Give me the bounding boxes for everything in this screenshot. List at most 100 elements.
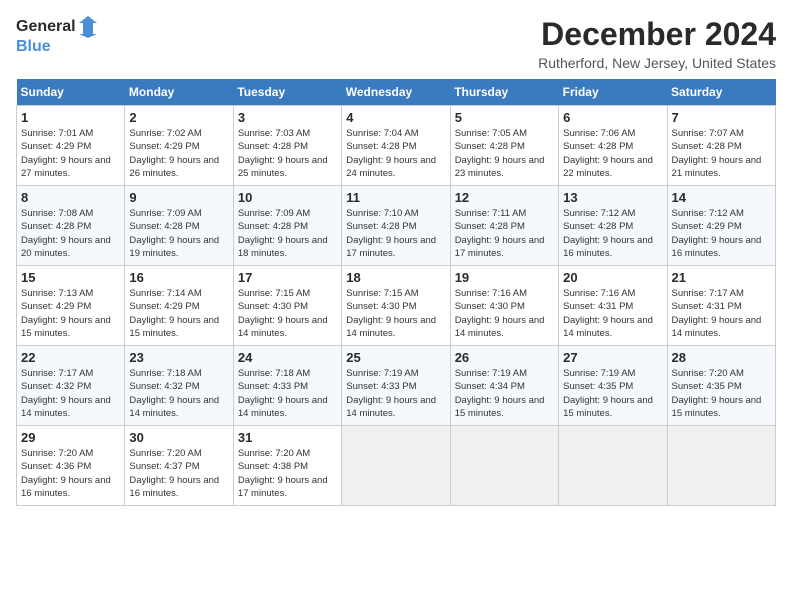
day-number: 24 (238, 350, 337, 365)
calendar-cell (342, 426, 450, 506)
sunrise-label: Sunrise: 7:12 AM (563, 208, 635, 219)
daylight-label: Daylight: 9 hours and 14 minutes. (129, 395, 219, 419)
sunset-label: Sunset: 4:28 PM (455, 141, 525, 152)
day-info: Sunrise: 7:20 AM Sunset: 4:37 PM Dayligh… (129, 447, 228, 500)
day-info: Sunrise: 7:01 AM Sunset: 4:29 PM Dayligh… (21, 127, 120, 180)
day-number: 4 (346, 110, 445, 125)
week-row-1: 1 Sunrise: 7:01 AM Sunset: 4:29 PM Dayli… (17, 106, 776, 186)
daylight-label: Daylight: 9 hours and 15 minutes. (455, 395, 545, 419)
day-info: Sunrise: 7:12 AM Sunset: 4:29 PM Dayligh… (672, 207, 771, 260)
daylight-label: Daylight: 9 hours and 14 minutes. (672, 315, 762, 339)
calendar-cell: 14 Sunrise: 7:12 AM Sunset: 4:29 PM Dayl… (667, 186, 775, 266)
calendar-cell: 8 Sunrise: 7:08 AM Sunset: 4:28 PM Dayli… (17, 186, 125, 266)
daylight-label: Daylight: 9 hours and 17 minutes. (238, 475, 328, 499)
daylight-label: Daylight: 9 hours and 16 minutes. (129, 475, 219, 499)
calendar-cell: 28 Sunrise: 7:20 AM Sunset: 4:35 PM Dayl… (667, 346, 775, 426)
day-info: Sunrise: 7:20 AM Sunset: 4:36 PM Dayligh… (21, 447, 120, 500)
calendar-cell: 12 Sunrise: 7:11 AM Sunset: 4:28 PM Dayl… (450, 186, 558, 266)
calendar-cell: 24 Sunrise: 7:18 AM Sunset: 4:33 PM Dayl… (233, 346, 341, 426)
daylight-label: Daylight: 9 hours and 16 minutes. (563, 235, 653, 259)
daylight-label: Daylight: 9 hours and 22 minutes. (563, 155, 653, 179)
logo-flag-icon (79, 16, 97, 38)
sunset-label: Sunset: 4:29 PM (129, 141, 199, 152)
sunrise-label: Sunrise: 7:19 AM (346, 368, 418, 379)
day-info: Sunrise: 7:15 AM Sunset: 4:30 PM Dayligh… (238, 287, 337, 340)
sunset-label: Sunset: 4:28 PM (238, 141, 308, 152)
sunset-label: Sunset: 4:28 PM (563, 221, 633, 232)
sunrise-label: Sunrise: 7:13 AM (21, 288, 93, 299)
day-number: 21 (672, 270, 771, 285)
calendar-cell: 10 Sunrise: 7:09 AM Sunset: 4:28 PM Dayl… (233, 186, 341, 266)
col-header-monday: Monday (125, 79, 233, 106)
day-number: 3 (238, 110, 337, 125)
daylight-label: Daylight: 9 hours and 14 minutes. (346, 395, 436, 419)
sunset-label: Sunset: 4:34 PM (455, 381, 525, 392)
daylight-label: Daylight: 9 hours and 15 minutes. (672, 395, 762, 419)
calendar-cell: 22 Sunrise: 7:17 AM Sunset: 4:32 PM Dayl… (17, 346, 125, 426)
day-number: 14 (672, 190, 771, 205)
daylight-label: Daylight: 9 hours and 25 minutes. (238, 155, 328, 179)
daylight-label: Daylight: 9 hours and 14 minutes. (455, 315, 545, 339)
day-number: 26 (455, 350, 554, 365)
day-info: Sunrise: 7:06 AM Sunset: 4:28 PM Dayligh… (563, 127, 662, 180)
day-number: 17 (238, 270, 337, 285)
day-number: 15 (21, 270, 120, 285)
sunset-label: Sunset: 4:31 PM (563, 301, 633, 312)
day-info: Sunrise: 7:16 AM Sunset: 4:31 PM Dayligh… (563, 287, 662, 340)
sunset-label: Sunset: 4:33 PM (346, 381, 416, 392)
sunrise-label: Sunrise: 7:08 AM (21, 208, 93, 219)
daylight-label: Daylight: 9 hours and 19 minutes. (129, 235, 219, 259)
day-number: 10 (238, 190, 337, 205)
month-title: December 2024 (538, 16, 776, 53)
calendar-cell: 26 Sunrise: 7:19 AM Sunset: 4:34 PM Dayl… (450, 346, 558, 426)
daylight-label: Daylight: 9 hours and 17 minutes. (455, 235, 545, 259)
daylight-label: Daylight: 9 hours and 17 minutes. (346, 235, 436, 259)
sunset-label: Sunset: 4:30 PM (455, 301, 525, 312)
sunrise-label: Sunrise: 7:09 AM (129, 208, 201, 219)
week-row-2: 8 Sunrise: 7:08 AM Sunset: 4:28 PM Dayli… (17, 186, 776, 266)
sunrise-label: Sunrise: 7:17 AM (672, 288, 744, 299)
sunset-label: Sunset: 4:28 PM (21, 221, 91, 232)
sunset-label: Sunset: 4:28 PM (346, 221, 416, 232)
calendar-cell: 1 Sunrise: 7:01 AM Sunset: 4:29 PM Dayli… (17, 106, 125, 186)
col-header-sunday: Sunday (17, 79, 125, 106)
col-header-wednesday: Wednesday (342, 79, 450, 106)
day-number: 19 (455, 270, 554, 285)
sunset-label: Sunset: 4:32 PM (21, 381, 91, 392)
calendar-cell: 6 Sunrise: 7:06 AM Sunset: 4:28 PM Dayli… (559, 106, 667, 186)
logo-blue-text: Blue (16, 38, 97, 56)
day-number: 25 (346, 350, 445, 365)
sunset-label: Sunset: 4:28 PM (129, 221, 199, 232)
day-number: 28 (672, 350, 771, 365)
daylight-label: Daylight: 9 hours and 14 minutes. (238, 395, 328, 419)
day-info: Sunrise: 7:19 AM Sunset: 4:34 PM Dayligh… (455, 367, 554, 420)
col-header-friday: Friday (559, 79, 667, 106)
sunset-label: Sunset: 4:32 PM (129, 381, 199, 392)
day-info: Sunrise: 7:09 AM Sunset: 4:28 PM Dayligh… (129, 207, 228, 260)
day-info: Sunrise: 7:13 AM Sunset: 4:29 PM Dayligh… (21, 287, 120, 340)
calendar-cell: 11 Sunrise: 7:10 AM Sunset: 4:28 PM Dayl… (342, 186, 450, 266)
day-info: Sunrise: 7:11 AM Sunset: 4:28 PM Dayligh… (455, 207, 554, 260)
sunrise-label: Sunrise: 7:10 AM (346, 208, 418, 219)
sunrise-label: Sunrise: 7:15 AM (346, 288, 418, 299)
calendar-table: SundayMondayTuesdayWednesdayThursdayFrid… (16, 79, 776, 506)
day-info: Sunrise: 7:17 AM Sunset: 4:31 PM Dayligh… (672, 287, 771, 340)
day-number: 5 (455, 110, 554, 125)
day-info: Sunrise: 7:03 AM Sunset: 4:28 PM Dayligh… (238, 127, 337, 180)
sunrise-label: Sunrise: 7:18 AM (129, 368, 201, 379)
sunrise-label: Sunrise: 7:19 AM (563, 368, 635, 379)
sunrise-label: Sunrise: 7:11 AM (455, 208, 527, 219)
day-info: Sunrise: 7:20 AM Sunset: 4:35 PM Dayligh… (672, 367, 771, 420)
col-header-tuesday: Tuesday (233, 79, 341, 106)
calendar-cell: 17 Sunrise: 7:15 AM Sunset: 4:30 PM Dayl… (233, 266, 341, 346)
calendar-header-row: SundayMondayTuesdayWednesdayThursdayFrid… (17, 79, 776, 106)
sunset-label: Sunset: 4:28 PM (346, 141, 416, 152)
daylight-label: Daylight: 9 hours and 14 minutes. (563, 315, 653, 339)
daylight-label: Daylight: 9 hours and 15 minutes. (21, 315, 111, 339)
calendar-cell: 3 Sunrise: 7:03 AM Sunset: 4:28 PM Dayli… (233, 106, 341, 186)
sunset-label: Sunset: 4:37 PM (129, 461, 199, 472)
daylight-label: Daylight: 9 hours and 16 minutes. (21, 475, 111, 499)
daylight-label: Daylight: 9 hours and 21 minutes. (672, 155, 762, 179)
calendar-cell: 27 Sunrise: 7:19 AM Sunset: 4:35 PM Dayl… (559, 346, 667, 426)
day-info: Sunrise: 7:18 AM Sunset: 4:33 PM Dayligh… (238, 367, 337, 420)
